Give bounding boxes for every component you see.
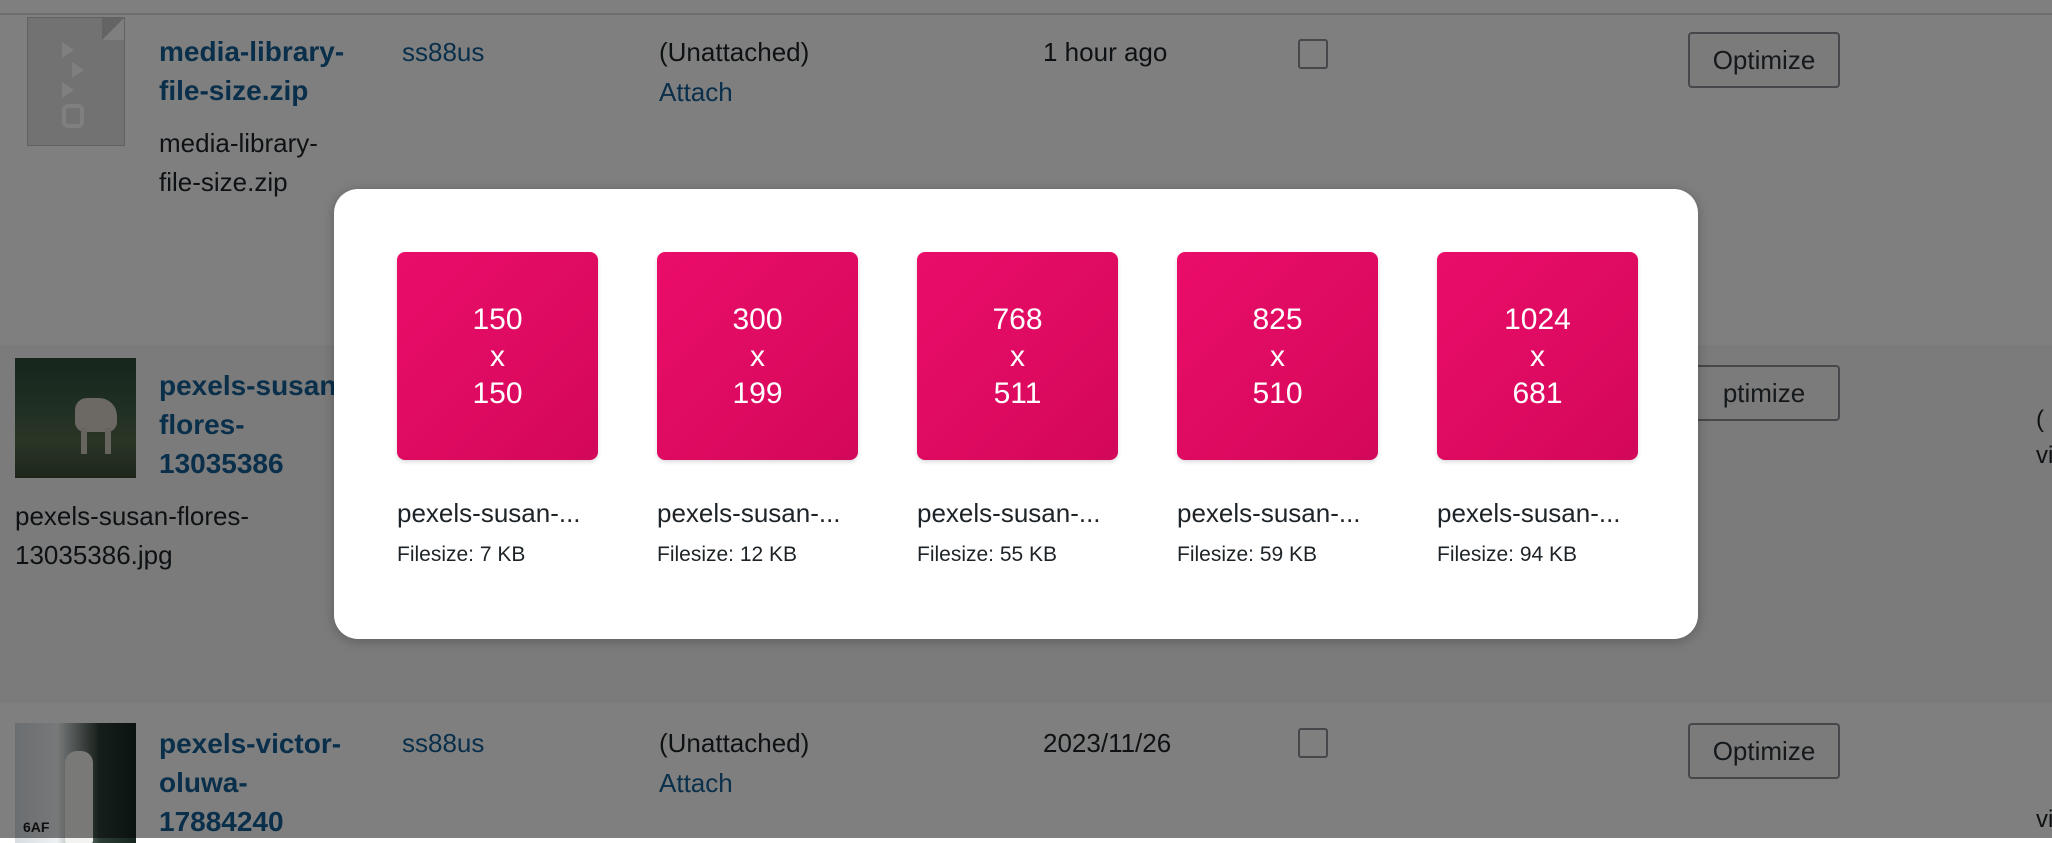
size-tile[interactable]: 150 x 150 — [397, 252, 598, 460]
size-height: 511 — [993, 376, 1042, 410]
image-size-card[interactable]: 150 x 150 pexels-susan-... Filesize: 7 K… — [397, 252, 598, 567]
size-file-name: pexels-susan-... — [397, 498, 581, 528]
image-size-card[interactable]: 1024 x 681 pexels-susan-... Filesize: 94… — [1437, 252, 1638, 567]
size-file-size: Filesize: 59 KB — [1177, 543, 1318, 566]
image-size-card[interactable]: 825 x 510 pexels-susan-... Filesize: 59 … — [1177, 252, 1378, 567]
size-separator: x — [1530, 339, 1545, 373]
size-file-size: Filesize: 55 KB — [917, 543, 1058, 566]
image-size-card[interactable]: 768 x 511 pexels-susan-... Filesize: 55 … — [917, 252, 1118, 567]
size-width: 150 — [472, 302, 523, 336]
image-sizes-modal: 150 x 150 pexels-susan-... Filesize: 7 K… — [334, 189, 1698, 639]
size-separator: x — [1010, 339, 1025, 373]
size-width: 768 — [992, 302, 1043, 336]
size-file-name: pexels-susan-... — [1177, 498, 1361, 528]
size-separator: x — [490, 339, 505, 373]
size-file-name: pexels-susan-... — [657, 498, 841, 528]
size-file-size: Filesize: 7 KB — [397, 543, 526, 566]
size-width: 1024 — [1504, 302, 1571, 336]
image-size-card[interactable]: 300 x 199 pexels-susan-... Filesize: 12 … — [657, 252, 858, 567]
size-file-name: pexels-susan-... — [1437, 498, 1621, 528]
size-width: 825 — [1252, 302, 1303, 336]
size-file-size: Filesize: 12 KB — [657, 543, 798, 566]
size-height: 199 — [732, 376, 783, 410]
size-width: 300 — [732, 302, 783, 336]
size-tile[interactable]: 1024 x 681 — [1437, 252, 1638, 460]
size-separator: x — [1270, 339, 1285, 373]
size-tile[interactable]: 825 x 510 — [1177, 252, 1378, 460]
size-file-name: pexels-susan-... — [917, 498, 1101, 528]
size-height: 150 — [472, 376, 523, 410]
size-tile[interactable]: 300 x 199 — [657, 252, 858, 460]
size-height: 681 — [1512, 376, 1563, 410]
size-separator: x — [750, 339, 765, 373]
size-height: 510 — [1252, 376, 1303, 410]
size-tile[interactable]: 768 x 511 — [917, 252, 1118, 460]
size-file-size: Filesize: 94 KB — [1437, 543, 1578, 566]
